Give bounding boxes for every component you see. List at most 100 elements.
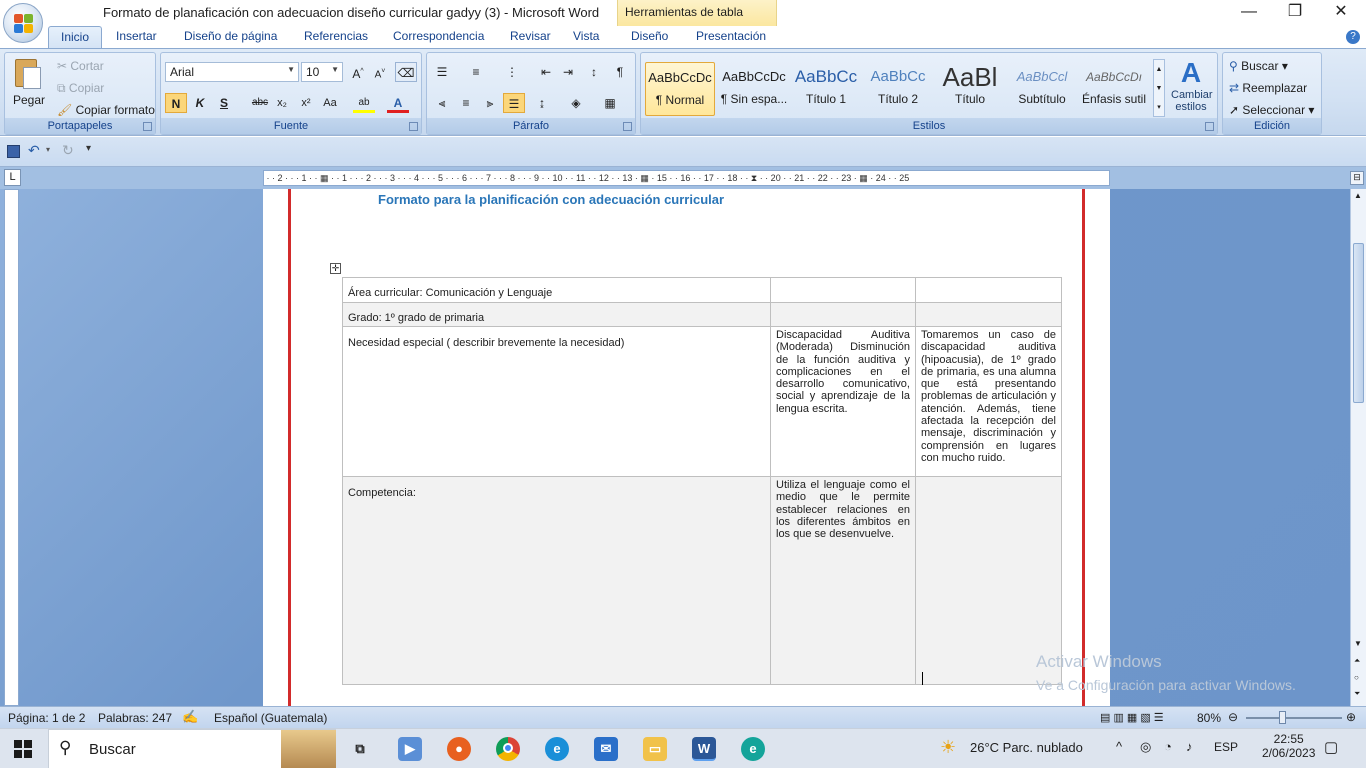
restore-button[interactable]: ❐ bbox=[1272, 0, 1318, 26]
multilevel-list-icon[interactable]: ⋮ bbox=[501, 62, 523, 82]
style-no-spacing[interactable]: AaBbCcDc ¶ Sin espa... bbox=[719, 62, 789, 116]
paste-icon[interactable] bbox=[13, 57, 43, 91]
bold-icon[interactable]: N bbox=[165, 93, 187, 113]
align-center-icon[interactable]: ≡ bbox=[455, 93, 477, 113]
table-cell[interactable]: Área curricular: Comunicación y Lenguaje bbox=[342, 277, 771, 303]
zoom-slider[interactable] bbox=[1246, 717, 1342, 719]
borders-icon[interactable]: ▦ bbox=[599, 93, 621, 113]
zoom-slider-thumb[interactable] bbox=[1279, 711, 1286, 724]
format-painter-button[interactable]: 🖌 Copiar formato bbox=[57, 103, 155, 117]
tab-presentacion[interactable]: Presentación bbox=[696, 29, 766, 43]
table-cell[interactable] bbox=[770, 277, 916, 303]
style-heading-1[interactable]: AaBbCc Título 1 bbox=[791, 62, 861, 116]
align-right-icon[interactable]: ⫸ bbox=[479, 93, 501, 113]
tab-diseno[interactable]: Diseño bbox=[631, 29, 668, 43]
styles-launcher-icon[interactable] bbox=[1205, 122, 1214, 131]
table-cell[interactable] bbox=[915, 302, 1062, 327]
change-case-icon[interactable]: Aa bbox=[319, 93, 341, 113]
proofing-icon[interactable]: ✍ bbox=[182, 709, 198, 725]
wifi-icon[interactable]: ◔ bbox=[1164, 739, 1172, 754]
weather-text[interactable]: 26°C Parc. nublado bbox=[970, 740, 1083, 755]
next-page-icon[interactable]: ⏷ bbox=[1354, 689, 1360, 699]
cut-button[interactable]: ✂ Cortar bbox=[57, 59, 104, 73]
media-app-icon[interactable]: ▶ bbox=[398, 737, 422, 761]
font-family-select[interactable]: Arial ▼ bbox=[165, 62, 299, 82]
style-subtitle[interactable]: AaBbCcl Subtítulo bbox=[1007, 62, 1077, 116]
font-launcher-icon[interactable] bbox=[409, 122, 418, 131]
tray-chevron-icon[interactable]: ^ bbox=[1116, 739, 1122, 754]
zoom-level[interactable]: 80% bbox=[1197, 711, 1221, 725]
scroll-thumb[interactable] bbox=[1353, 243, 1364, 403]
save-icon[interactable] bbox=[7, 145, 20, 158]
table-cell[interactable] bbox=[770, 302, 916, 327]
scroll-up-icon[interactable]: ▲ bbox=[1354, 191, 1362, 200]
bullets-icon[interactable]: ☰ bbox=[431, 62, 453, 82]
zoom-in-icon[interactable]: ⊕ bbox=[1346, 710, 1356, 724]
tab-insertar[interactable]: Insertar bbox=[116, 29, 157, 43]
decrease-indent-icon[interactable]: ⇤ bbox=[535, 62, 557, 82]
tab-correspondencia[interactable]: Correspondencia bbox=[393, 29, 484, 43]
pilcrow-icon[interactable]: ¶ bbox=[609, 62, 631, 82]
table-cell[interactable]: Discapacidad Auditiva (Moderada) Disminu… bbox=[770, 326, 916, 477]
style-normal[interactable]: AaBbCcDc ¶ Normal bbox=[645, 62, 715, 116]
replace-button[interactable]: ⇄ Reemplazar bbox=[1229, 81, 1307, 95]
undo-dropdown-icon[interactable]: ▾ bbox=[46, 145, 50, 154]
table-cell[interactable]: Competencia: bbox=[342, 476, 771, 685]
line-spacing-icon[interactable]: ↨ bbox=[531, 93, 553, 113]
clock[interactable]: 22:55 2/06/2023 bbox=[1262, 732, 1315, 760]
table-cell[interactable]: Utiliza el lenguaje como el medio que le… bbox=[770, 476, 916, 685]
style-heading-2[interactable]: AaBbCc Título 2 bbox=[863, 62, 933, 116]
style-title[interactable]: AaBl Título bbox=[935, 62, 1005, 116]
change-styles-button[interactable]: A Cambiar estilos bbox=[1171, 57, 1213, 117]
copy-button[interactable]: ⧉ Copiar bbox=[57, 81, 104, 96]
justify-icon[interactable]: ☰ bbox=[503, 93, 525, 113]
word-icon[interactable]: W bbox=[692, 737, 716, 761]
tab-vista[interactable]: Vista bbox=[573, 29, 599, 43]
scroll-down-icon[interactable]: ▼ bbox=[1354, 639, 1362, 648]
weather-icon[interactable]: ☀ bbox=[940, 737, 956, 758]
vertical-scrollbar[interactable]: ▲ ▼ ⏶ ○ ⏷ bbox=[1350, 189, 1366, 706]
eset-icon[interactable]: e bbox=[741, 737, 765, 761]
superscript-icon[interactable]: x² bbox=[295, 93, 317, 113]
numbering-icon[interactable]: ≡ bbox=[465, 62, 487, 82]
find-button[interactable]: ⚲ Buscar ▾ bbox=[1229, 59, 1288, 73]
horizontal-ruler[interactable]: · · 2 · · · 1 · · ▦ · · 1 · · · 2 · · · … bbox=[263, 170, 1110, 186]
document-table[interactable]: Área curricular: Comunicación y Lenguaje… bbox=[342, 277, 1062, 685]
table-cell[interactable] bbox=[915, 277, 1062, 303]
tab-selector-icon[interactable]: L bbox=[4, 169, 21, 186]
previous-page-icon[interactable]: ⏶ bbox=[1354, 656, 1360, 666]
tab-referencias[interactable]: Referencias bbox=[304, 29, 368, 43]
firefox-icon[interactable]: ● bbox=[447, 737, 471, 761]
redo-icon[interactable]: ↻ bbox=[62, 142, 74, 159]
grow-font-icon[interactable]: A^ bbox=[347, 62, 369, 82]
notification-icon[interactable]: ▢ bbox=[1324, 738, 1338, 756]
browse-object-icon[interactable]: ○ bbox=[1354, 673, 1359, 682]
sort-icon[interactable]: ↕ bbox=[583, 62, 605, 82]
table-move-handle-icon[interactable]: ✛ bbox=[330, 263, 341, 274]
view-buttons[interactable]: ▤ ▥ ▦ ▧ ☰ bbox=[1100, 711, 1164, 724]
word-count[interactable]: Palabras: 247 bbox=[98, 711, 172, 725]
zoom-out-icon[interactable]: ⊖ bbox=[1228, 710, 1238, 724]
increase-indent-icon[interactable]: ⇥ bbox=[557, 62, 579, 82]
undo-icon[interactable]: ↶ bbox=[28, 142, 40, 159]
document-page[interactable]: Formato para la planificación con adecua… bbox=[263, 189, 1110, 706]
highlight-icon[interactable]: ab bbox=[353, 93, 375, 113]
font-size-select[interactable]: 10 ▼ bbox=[301, 62, 343, 82]
file-explorer-icon[interactable]: ▭ bbox=[643, 737, 667, 761]
clipboard-launcher-icon[interactable] bbox=[143, 122, 152, 131]
align-left-icon[interactable]: ⫷ bbox=[431, 93, 453, 113]
tab-inicio[interactable]: Inicio bbox=[48, 26, 103, 49]
volume-icon[interactable]: ♪ bbox=[1186, 739, 1193, 754]
tab-diseno-pagina[interactable]: Diseño de página bbox=[184, 29, 277, 43]
underline-icon[interactable]: S bbox=[213, 93, 235, 113]
vertical-ruler[interactable] bbox=[4, 189, 19, 706]
language-tray[interactable]: ESP bbox=[1214, 740, 1238, 754]
shading-icon[interactable]: ◈ bbox=[565, 93, 587, 113]
language-indicator[interactable]: Español (Guatemala) bbox=[214, 711, 327, 725]
minimize-button[interactable]: — bbox=[1226, 0, 1272, 26]
chrome-icon[interactable] bbox=[496, 737, 520, 761]
shrink-font-icon[interactable]: A˅ bbox=[369, 62, 391, 82]
office-button[interactable] bbox=[3, 3, 43, 43]
mail-icon[interactable]: ✉ bbox=[594, 737, 618, 761]
taskbar-search[interactable]: ⚲ Buscar bbox=[48, 729, 336, 768]
